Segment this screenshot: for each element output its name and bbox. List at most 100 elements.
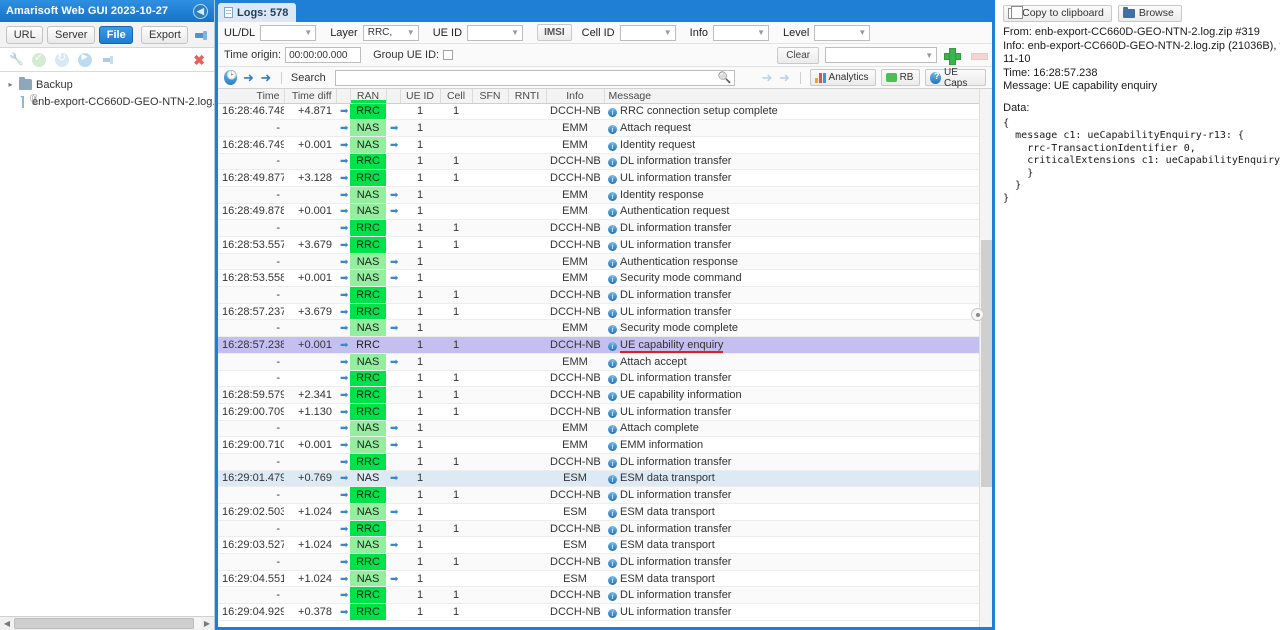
table-row[interactable]: 16:28:46.749 +0.001 ➡ NAS ➡ 1 EMM i Identity req… [218, 136, 992, 154]
table-row[interactable]: - ➡ NAS ➡ 1 EMM i Attach accept [218, 353, 992, 371]
logs-scroll-thumb[interactable] [981, 239, 993, 488]
logs-table: Time Time diff RAN UE ID Cell SFN RNTI I… [218, 89, 993, 621]
tree-item-logzip[interactable]: enb-export-CC660D-GEO-NTN-2.log.zip ... [0, 93, 214, 110]
col-rnti[interactable]: RNTI [508, 89, 547, 104]
tab-server[interactable]: Server [47, 25, 95, 44]
table-row[interactable]: - ➡ RRC 1 1 DCCH-NB i DL information transfer [218, 553, 992, 571]
play-icon[interactable] [78, 52, 92, 67]
tab-file[interactable]: File [99, 25, 134, 44]
table-row[interactable]: 16:29:04.551 +1.024 ➡ NAS ➡ 1 ESM i ESM data tra… [218, 570, 992, 588]
group-ueid-checkbox[interactable] [443, 50, 454, 60]
search-input[interactable] [334, 69, 735, 86]
browse-button[interactable]: Browse [1117, 4, 1182, 22]
table-row[interactable]: - ➡ RRC 1 1 DCCH-NB i DL information transfer [218, 486, 992, 504]
cell-time-diff [284, 420, 336, 438]
preset-select[interactable]: ▼ [825, 47, 938, 63]
scroll-right-arrow-icon[interactable]: ▶ [201, 619, 213, 628]
scroll-thumb[interactable] [14, 618, 195, 629]
close-icon[interactable]: ✖ [193, 53, 205, 67]
search-next-icon[interactable]: ➜ [778, 70, 790, 85]
col-info[interactable]: Info [546, 89, 605, 104]
scroll-left-arrow-icon[interactable]: ◀ [1, 619, 13, 628]
logs-header-row: Time Time diff RAN UE ID Cell SFN RNTI I… [218, 89, 993, 104]
clear-button[interactable]: Clear [777, 46, 820, 64]
clock-icon[interactable] [224, 70, 237, 85]
time-origin-input[interactable]: 00:00:00.000 [285, 47, 362, 63]
table-row[interactable]: 16:29:00.710 +0.001 ➡ NAS ➡ 1 EMM i EMM informat… [218, 436, 992, 454]
table-row[interactable]: - ➡ NAS ➡ 1 EMM i Identity response [218, 186, 992, 204]
ueid-select[interactable]: ▼ [467, 24, 524, 41]
expander-icon[interactable]: ▸ [6, 80, 15, 89]
table-row[interactable]: - ➡ RRC 1 1 DCCH-NB i DL information transfer [218, 370, 992, 388]
cellid-select[interactable]: ▼ [619, 24, 676, 41]
cell-info: EMM [546, 119, 604, 137]
table-row[interactable]: - ➡ NAS ➡ 1 EMM i Attach complete [218, 420, 992, 438]
table-row[interactable]: 16:29:00.709 +1.130 ➡ RRC 1 1 DCCH-NB i UL infor… [218, 403, 992, 421]
wrench-icon[interactable] [9, 52, 24, 67]
table-row[interactable]: - ➡ NAS ➡ 1 EMM i Authentication response [218, 253, 992, 271]
analytics-button[interactable]: Analytics [809, 69, 876, 86]
table-row[interactable]: 16:29:02.503 +1.024 ➡ NAS ➡ 1 ESM i ESM data tra… [218, 503, 992, 521]
refresh-icon[interactable] [55, 51, 69, 67]
cell-ran: RRC [350, 603, 386, 621]
table-row[interactable]: 16:28:53.557 +3.679 ➡ RRC 1 1 DCCH-NB i UL infor… [218, 236, 992, 254]
table-row[interactable]: - ➡ RRC 1 1 DCCH-NB i DL information transfer [218, 153, 992, 171]
col-cell[interactable]: Cell [440, 89, 473, 104]
chevron-left-icon[interactable]: ◀ [193, 3, 208, 19]
info-icon: i [608, 392, 617, 402]
table-row[interactable]: - ➡ RRC 1 1 DCCH-NB i DL information transfer [218, 520, 992, 538]
cell-time: 16:28:53.557 [218, 236, 284, 254]
cell-ue-id: 1 [400, 336, 440, 354]
tab-url[interactable]: URL [6, 25, 44, 44]
col-sfn[interactable]: SFN [472, 89, 509, 104]
table-row[interactable]: 16:29:03.527 +1.024 ➡ NAS ➡ 1 ESM i ESM data tra… [218, 536, 992, 555]
table-row[interactable]: 16:28:49.877 +3.128 ➡ RRC 1 1 DCCH-NB i UL infor… [218, 169, 992, 187]
tab-logs[interactable]: Logs: 578 [218, 3, 297, 22]
info-select[interactable]: ▼ [713, 24, 769, 41]
nav-back-icon[interactable]: ➜ [242, 70, 254, 85]
table-row[interactable]: - ➡ RRC 1 1 DCCH-NB i DL information transfer [218, 453, 992, 471]
left-horizontal-scrollbar[interactable]: ◀ ▶ [0, 616, 214, 630]
table-row[interactable]: 16:28:46.748 +4.871 ➡ RRC 1 1 DCCH-NB i RRC conn… [218, 103, 992, 121]
col-message[interactable]: Message [604, 89, 993, 104]
table-row[interactable]: - ➡ NAS ➡ 1 EMM i Attach request [218, 119, 992, 137]
nav-forward-icon[interactable]: ➜ [260, 70, 272, 85]
table-row[interactable]: 16:28:59.579 +2.341 ➡ RRC 1 1 DCCH-NB i UE capab… [218, 386, 992, 404]
plug-icon[interactable] [192, 27, 208, 43]
export-button[interactable]: Export [141, 25, 189, 44]
table-row[interactable]: - ➡ RRC 1 1 DCCH-NB i DL information transfer [218, 586, 992, 605]
col-ueid[interactable]: UE ID [400, 89, 441, 104]
table-row[interactable]: - ➡ RRC 1 1 DCCH-NB i DL information transfer [218, 286, 992, 304]
plug-icon-small[interactable] [101, 53, 115, 67]
table-row[interactable]: 16:28:53.558 +0.001 ➡ NAS ➡ 1 EMM i Security mod… [218, 269, 992, 288]
logs-vertical-scrollbar[interactable] [979, 89, 993, 627]
col-timediff[interactable]: Time diff [284, 89, 337, 104]
check-icon[interactable] [32, 51, 46, 67]
uldl-select[interactable]: ▼ [260, 24, 317, 41]
rb-button[interactable]: RB [880, 69, 921, 86]
add-preset-icon[interactable] [944, 47, 962, 65]
table-row[interactable]: - ➡ RRC 1 1 DCCH-NB i DL information transfer [218, 219, 992, 237]
table-row[interactable]: 16:29:01.479 +0.769 ➡ NAS ➡ 1 ESM i ESM data tra… [218, 470, 992, 488]
table-row[interactable]: 16:29:04.929 +0.378 ➡ RRC 1 1 DCCH-NB i UL infor… [218, 603, 992, 621]
cell-message: i RRC connection setup complete [604, 103, 992, 121]
cell-info: EMM [546, 136, 604, 154]
level-select[interactable]: ▼ [814, 24, 871, 41]
uecaps-button[interactable]: UE Caps [925, 66, 987, 89]
table-row[interactable]: 16:28:57.237 +3.679 ➡ RRC 1 1 DCCH-NB i UL infor… [218, 303, 992, 321]
uecaps-label: UE Caps [944, 66, 968, 89]
imsi-button[interactable]: IMSI [537, 24, 572, 41]
col-time[interactable]: Time [218, 89, 285, 104]
table-row[interactable]: 16:28:57.238 +0.001 ➡ RRC 1 1 DCCH-NB i UE capab… [218, 336, 992, 354]
tree-item-backup[interactable]: ▸ Backup [0, 76, 214, 93]
table-row[interactable]: - ➡ NAS ➡ 1 EMM i Security mode complete [218, 319, 992, 338]
col-ran[interactable]: RAN [350, 89, 387, 104]
search-prev-icon[interactable]: ➜ [761, 70, 773, 85]
scroll-track[interactable] [13, 618, 201, 629]
copy-to-clipboard-button[interactable]: Copy to clipboard [1003, 4, 1112, 22]
table-row[interactable]: 16:28:49.878 +0.001 ➡ NAS ➡ 1 EMM i Authenticati… [218, 203, 992, 221]
cell-rnti [508, 470, 546, 488]
binoculars-icon[interactable] [718, 71, 732, 85]
layer-select[interactable]: RRC, ▼ [362, 24, 419, 41]
remove-preset-icon[interactable] [971, 49, 989, 61]
